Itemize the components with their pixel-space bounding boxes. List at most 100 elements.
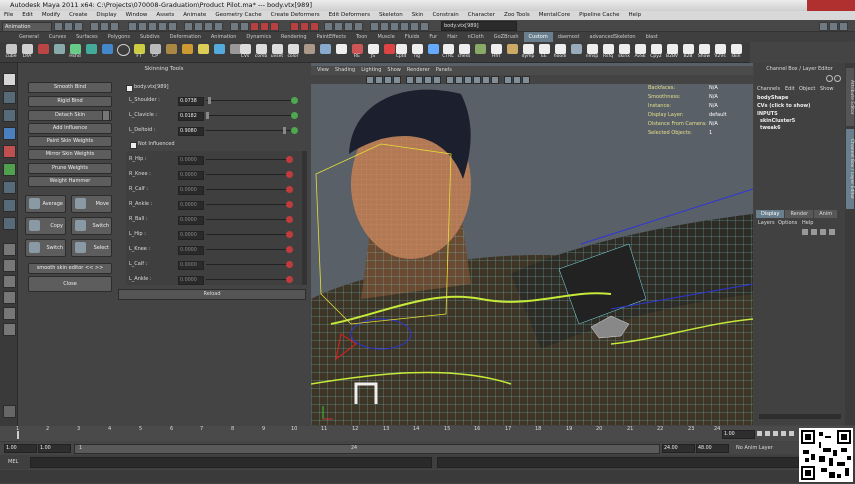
lock-icon[interactable]: [286, 216, 293, 223]
shelf-tab-fur[interactable]: Fur: [424, 32, 442, 42]
render-view-icon[interactable]: [390, 22, 399, 31]
layout-outliner-icon[interactable]: [3, 291, 16, 304]
switch-button[interactable]: Switch: [25, 239, 66, 257]
textured-icon[interactable]: [473, 76, 481, 84]
shelf-button[interactable]: [318, 44, 332, 61]
wire-on-shaded-icon[interactable]: [464, 76, 472, 84]
grid-icon[interactable]: [406, 76, 414, 84]
snap-point-icon[interactable]: [204, 22, 213, 31]
influence-slider-knob[interactable]: [208, 97, 211, 104]
lights-icon[interactable]: [482, 76, 490, 84]
rigid-bind-button[interactable]: Rigid Bind: [28, 96, 112, 107]
lasso-tool-icon[interactable]: [3, 91, 16, 104]
history-icon[interactable]: [230, 22, 239, 31]
settings-gear-icon[interactable]: [3, 405, 16, 418]
detach-skin-button[interactable]: Detach Skin: [28, 110, 112, 121]
quick-selection-field[interactable]: body.vtx[989]: [441, 21, 517, 31]
shelf-button-re[interactable]: RE: [350, 44, 364, 61]
film-gate-icon[interactable]: [415, 76, 423, 84]
range-slider[interactable]: 1 24: [74, 444, 660, 454]
window-controls[interactable]: [807, 0, 855, 11]
select-object-icon[interactable]: [100, 22, 109, 31]
key-icon[interactable]: [826, 75, 833, 82]
menu-assets[interactable]: Assets: [156, 12, 174, 18]
shelf-button-chess[interactable]: chess: [457, 44, 471, 61]
shelf-button-hfrl[interactable]: Hfrl: [489, 44, 503, 61]
detach-options-icon[interactable]: [102, 110, 110, 121]
channel-menu-show[interactable]: Show: [820, 86, 834, 92]
universal-manip-icon[interactable]: [3, 181, 16, 194]
shelf-button[interactable]: [426, 44, 440, 61]
shelf-tab-hair[interactable]: Hair: [442, 32, 462, 42]
command-language-label[interactable]: MEL: [8, 459, 18, 465]
xray-joints-icon[interactable]: [513, 76, 521, 84]
mask-icon[interactable]: [138, 22, 147, 31]
mask-icon[interactable]: [148, 22, 157, 31]
lock-icon[interactable]: [286, 186, 293, 193]
smooth-skin-editor-button[interactable]: smooth skin editor << >>: [28, 263, 112, 274]
influence-slider-track[interactable]: [206, 130, 291, 131]
shelf-button-dymp[interactable]: dymp: [521, 44, 535, 61]
wireframe-icon[interactable]: [446, 76, 454, 84]
reload-button[interactable]: Reload: [118, 289, 306, 300]
shelf-button-rsfq[interactable]: Rsfq: [601, 44, 615, 61]
scale-tool-icon[interactable]: [3, 163, 16, 176]
shelf-button-b2bv[interactable]: B2BV: [665, 44, 679, 61]
shelf-button-ee[interactable]: EE: [537, 44, 551, 61]
shelf-tab-muscle[interactable]: Muscle: [372, 32, 399, 42]
snap-curve-icon[interactable]: [194, 22, 203, 31]
vertex-checkbox[interactable]: [126, 85, 133, 92]
influence-value[interactable]: 0.0738: [178, 97, 204, 106]
shelf-button-color[interactable]: color: [286, 44, 300, 61]
menu-file[interactable]: File: [4, 12, 13, 18]
mask-icon[interactable]: [158, 22, 167, 31]
shelf-tab-ncloth[interactable]: nCloth: [463, 32, 489, 42]
lock-icon[interactable]: [286, 261, 293, 268]
current-frame-field[interactable]: 1.00: [722, 430, 755, 439]
prune-weights-button[interactable]: Prune Weights: [28, 163, 112, 174]
add-influence-button[interactable]: Add Influence: [28, 123, 112, 134]
menu-display[interactable]: Display: [96, 12, 116, 18]
render-settings-icon[interactable]: [270, 22, 279, 31]
shelf-tab-daemost[interactable]: daemost: [553, 32, 585, 42]
mode-select[interactable]: Animation: [2, 22, 52, 32]
camera-icon[interactable]: [366, 76, 374, 84]
not-influenced-checkbox[interactable]: [130, 142, 137, 149]
shelf-button-cpy2[interactable]: Cpy2: [649, 44, 663, 61]
shelf-button-lra[interactable]: LRA: [20, 44, 34, 61]
input-node[interactable]: tweak6: [760, 125, 781, 131]
shelf-button[interactable]: [473, 44, 487, 61]
play-forward-icon[interactable]: [781, 431, 786, 436]
shelf-tab-custom[interactable]: Custom: [523, 32, 553, 42]
ipr-render-icon[interactable]: [260, 22, 269, 31]
smooth-shade-icon[interactable]: [455, 76, 463, 84]
shelf-button[interactable]: [52, 44, 66, 61]
shelf-button[interactable]: [84, 44, 98, 61]
paint-skin-weights-button[interactable]: Paint Skin Weights: [28, 136, 112, 147]
channel-box-icon[interactable]: [839, 22, 848, 31]
shelf-tab-general[interactable]: General: [14, 32, 44, 42]
select-button[interactable]: Select: [71, 239, 112, 257]
menu-character[interactable]: Character: [468, 12, 495, 18]
influence-value[interactable]: 0.9080: [178, 127, 204, 136]
shelf-button-cp[interactable]: CP: [148, 44, 162, 61]
shelf-tab-blast[interactable]: blast: [641, 32, 663, 42]
mask-icon[interactable]: [168, 22, 177, 31]
shelf-button[interactable]: [196, 44, 210, 61]
shelf-button-hoodi[interactable]: hoodi: [553, 44, 567, 61]
shelf-button-skinx[interactable]: skinx: [617, 44, 631, 61]
input-output-icon[interactable]: [310, 22, 319, 31]
menu-mentalcore[interactable]: MentalCore: [539, 12, 570, 18]
menu-help[interactable]: Help: [629, 12, 642, 18]
lock-icon[interactable]: [291, 127, 298, 134]
layer-tab-display[interactable]: Display: [756, 210, 785, 218]
construction-icon[interactable]: [354, 22, 363, 31]
lock-icon[interactable]: [286, 171, 293, 178]
layout-graph-icon[interactable]: [3, 307, 16, 320]
shelf-button[interactable]: [164, 44, 178, 61]
shelf-button-comb[interactable]: comb: [254, 44, 268, 61]
shelf-button[interactable]: [302, 44, 316, 61]
attribute-editor-icon[interactable]: [819, 22, 828, 31]
lock-icon[interactable]: [291, 112, 298, 119]
lock-icon[interactable]: [286, 246, 293, 253]
